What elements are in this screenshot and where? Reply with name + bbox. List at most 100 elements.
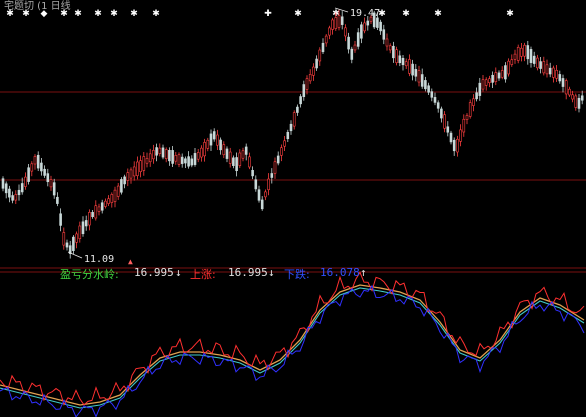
candle-body bbox=[289, 123, 293, 132]
marker-icon: ✱ bbox=[294, 9, 302, 19]
candle-body bbox=[267, 178, 270, 191]
candle-body bbox=[94, 205, 98, 219]
candle-body bbox=[344, 27, 347, 37]
marker-icon: ✱ bbox=[506, 9, 514, 19]
candle-body bbox=[443, 114, 446, 129]
marker-icon: ✱ bbox=[152, 9, 160, 19]
candle-body bbox=[33, 156, 37, 165]
candle-body bbox=[280, 147, 283, 156]
candle-body bbox=[276, 155, 280, 164]
candle-body bbox=[542, 61, 546, 74]
candle-body bbox=[52, 182, 56, 196]
candle-body bbox=[65, 242, 69, 248]
marker-icon: ✱ bbox=[94, 9, 102, 19]
candle-body bbox=[334, 17, 338, 29]
candle-body bbox=[388, 45, 392, 51]
candle-body bbox=[84, 220, 88, 227]
candle-body bbox=[376, 17, 379, 28]
candle-body bbox=[558, 74, 562, 82]
indicator-line-orange bbox=[0, 284, 585, 406]
candle-body bbox=[171, 150, 174, 164]
up-label: 上涨: bbox=[190, 268, 216, 281]
candle-body bbox=[286, 131, 290, 140]
candle-body bbox=[510, 59, 514, 65]
candle-body bbox=[123, 176, 126, 185]
candle-body bbox=[504, 65, 507, 80]
candle-body bbox=[580, 95, 584, 101]
candle-body bbox=[264, 191, 267, 198]
candle-body bbox=[184, 158, 187, 164]
candle-body bbox=[145, 158, 149, 164]
candle-body bbox=[139, 160, 142, 172]
candle-body bbox=[468, 102, 472, 117]
candle-body bbox=[283, 140, 286, 147]
candle-body bbox=[440, 108, 443, 119]
candle-body bbox=[257, 189, 261, 201]
candle-body bbox=[270, 173, 274, 178]
candle-body bbox=[488, 78, 491, 83]
candle-body bbox=[324, 35, 328, 44]
candle-body bbox=[232, 157, 235, 166]
candle-body bbox=[136, 161, 139, 176]
candle-body bbox=[520, 47, 523, 57]
candle-body bbox=[360, 24, 363, 39]
stock-chart-window: ✱✱◆✱✱✱✱✱✱✚✱✱✱✱✱✱19.4711.09▲ 宅题切 (1 日线 盈亏… bbox=[0, 0, 586, 417]
candle-body bbox=[161, 147, 165, 158]
candle-body bbox=[401, 57, 405, 66]
candle-body bbox=[43, 168, 46, 176]
candle-body bbox=[392, 45, 395, 59]
candle-body bbox=[59, 213, 62, 226]
candle-body bbox=[88, 212, 91, 226]
candle-body bbox=[40, 162, 43, 172]
candle-body bbox=[248, 156, 251, 168]
candle-body bbox=[516, 46, 520, 61]
candle-body bbox=[132, 166, 136, 177]
candle-body bbox=[254, 179, 258, 190]
candle-body bbox=[164, 149, 168, 159]
candle-body bbox=[478, 82, 482, 96]
candle-body bbox=[536, 57, 539, 69]
candle-body bbox=[78, 225, 82, 240]
candle-body bbox=[475, 92, 478, 100]
candle-body bbox=[228, 151, 232, 164]
candle-body bbox=[555, 69, 558, 79]
indicator-value-3: 16.078 bbox=[320, 266, 360, 279]
candle-body bbox=[196, 152, 200, 160]
marker-icon: ✱ bbox=[434, 9, 442, 19]
candle-body bbox=[107, 198, 110, 204]
candle-body bbox=[436, 102, 440, 109]
candle-body bbox=[209, 133, 213, 146]
candle-body bbox=[75, 233, 78, 243]
candle-body bbox=[564, 80, 568, 95]
candle-body bbox=[110, 194, 114, 203]
candle-body bbox=[24, 176, 27, 187]
candle-body bbox=[529, 49, 533, 63]
candle-body bbox=[456, 138, 459, 153]
candle-body bbox=[491, 74, 494, 83]
candle-body bbox=[356, 32, 360, 47]
indicator-value-2: 16.995 bbox=[228, 266, 268, 279]
candle-body bbox=[328, 27, 331, 36]
small-marker: ▲ bbox=[128, 257, 133, 266]
candle-body bbox=[411, 63, 414, 76]
candle-body bbox=[152, 150, 155, 160]
candle-body bbox=[459, 129, 462, 142]
kline-chart-canvas[interactable]: ✱✱◆✱✱✱✱✱✱✚✱✱✱✱✱✱19.4711.09▲ bbox=[0, 0, 586, 417]
candle-body bbox=[299, 96, 302, 105]
candle-body bbox=[190, 158, 194, 166]
candle-body bbox=[321, 42, 325, 53]
candle-body bbox=[158, 147, 162, 154]
candle-body bbox=[187, 156, 190, 167]
candle-body bbox=[302, 84, 306, 97]
candle-body bbox=[385, 38, 389, 47]
candle-body bbox=[353, 44, 357, 51]
marker-icon: ✱ bbox=[110, 9, 118, 19]
candle-body bbox=[72, 236, 75, 251]
candle-body bbox=[408, 59, 411, 74]
candle-body bbox=[20, 183, 24, 193]
indicator-name: 盈亏分水岭: bbox=[60, 268, 119, 281]
window-title: 宅题切 (1 日线 bbox=[4, 1, 71, 12]
candle-body bbox=[312, 66, 315, 76]
candle-body bbox=[308, 74, 312, 82]
candle-body bbox=[568, 88, 571, 96]
